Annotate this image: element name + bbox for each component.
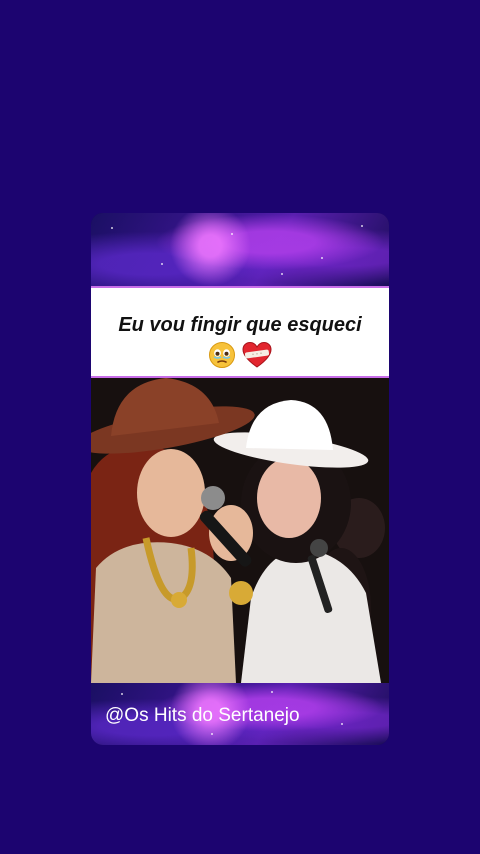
galaxy-banner-top xyxy=(91,213,389,286)
singers-photo xyxy=(91,378,389,683)
watermark-text: @Os Hits do Sertanejo xyxy=(105,705,300,726)
story-card: Eu vou fingir que esqueci @Os Hits do Se… xyxy=(91,213,389,745)
holding-back-tears-face-icon xyxy=(209,342,235,368)
caption-text: Eu vou fingir que esqueci xyxy=(118,314,362,336)
caption-emoji-row xyxy=(91,341,389,369)
singers-photo-illustration xyxy=(91,378,389,683)
caption-box: Eu vou fingir que esqueci xyxy=(91,286,389,378)
mending-heart-icon xyxy=(242,341,272,368)
